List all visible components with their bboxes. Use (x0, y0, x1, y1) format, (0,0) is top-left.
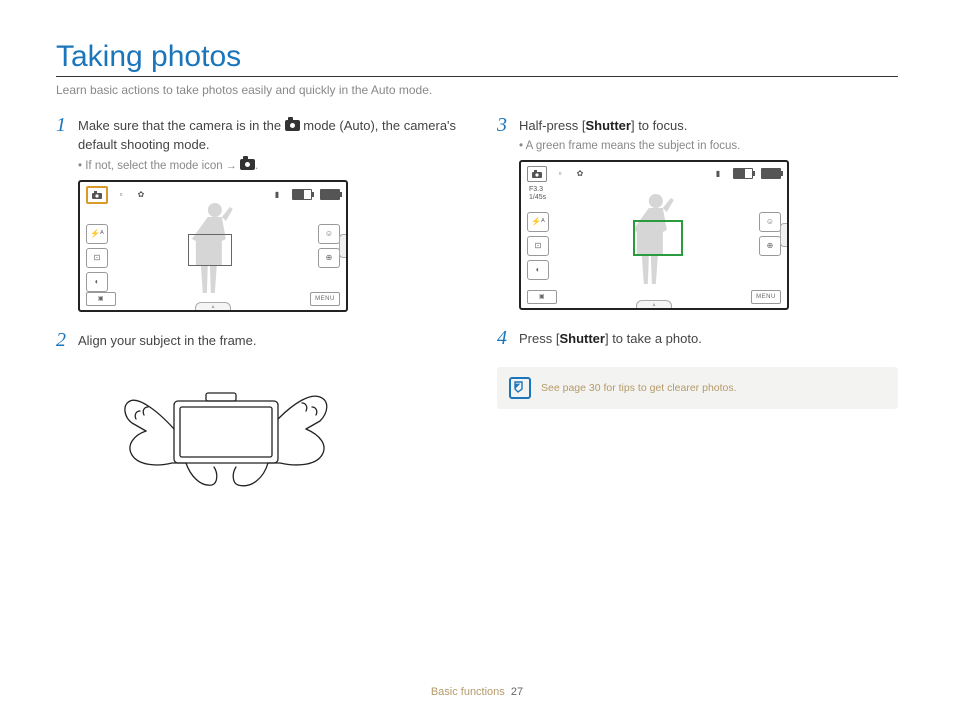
face-detect-icon: ☺ (759, 212, 781, 232)
camera-auto-icon (240, 159, 255, 170)
antenna-icon: ⊕ (318, 248, 340, 268)
mode-camera-icon (527, 166, 547, 182)
battery-full-icon (320, 189, 340, 200)
step-4: 4 Press [Shutter] to take a photo. (497, 328, 898, 349)
flash-auto-icon: ⚡ᴬ (527, 212, 549, 232)
battery-icon (733, 168, 753, 179)
note-text: See page 30 for tips to get clearer phot… (541, 382, 737, 394)
focus-rectangle (188, 234, 232, 266)
step-number: 2 (56, 330, 70, 350)
step-text: Press [Shutter] to take a photo. (519, 328, 702, 349)
step-1-bullet: If not, select the mode icon → . (78, 159, 457, 172)
menu-button: MENU (310, 292, 340, 306)
focus-mode-icon: ⊡ (86, 248, 108, 268)
bottom-tab-handle: ▴ (195, 302, 231, 310)
battery-full-icon (761, 168, 781, 179)
timer-icon: ◐ (527, 260, 549, 280)
person-indicator-icon: ✿ (573, 169, 587, 178)
menu-button: MENU (751, 290, 781, 304)
step-number: 1 (56, 115, 70, 135)
memory-icon: ▮ (270, 190, 284, 199)
page-footer: Basic functions 27 (0, 686, 954, 698)
memory-icon: ▮ (711, 169, 725, 178)
step-2: 2 Align your subject in the frame. (56, 330, 457, 514)
step-3-bullet: A green frame means the subject in focus… (519, 140, 898, 152)
person-indicator-icon: ✿ (134, 190, 148, 199)
step-number: 4 (497, 328, 511, 348)
battery-icon (292, 189, 312, 200)
hands-holding-camera-illustration (86, 359, 356, 509)
page-title: Taking photos (56, 40, 898, 77)
exposure-readout: F3.3 1/45s (529, 186, 546, 201)
size-indicator-icon: ▫ (114, 190, 128, 199)
face-detect-icon: ☺ (318, 224, 340, 244)
step-text: Half-press [Shutter] to focus. (519, 115, 687, 136)
note-icon (509, 377, 531, 399)
step-3: 3 Half-press [Shutter] to focus. A green… (497, 115, 898, 310)
side-tab-handle (780, 223, 787, 247)
bottom-tab-handle: ▴ (636, 300, 672, 308)
side-tab-handle (339, 234, 346, 258)
tip-note: See page 30 for tips to get clearer phot… (497, 367, 898, 409)
gallery-button-icon: ▣ (527, 290, 557, 304)
focus-rectangle-green (633, 220, 683, 256)
camera-auto-icon (285, 120, 300, 131)
flash-auto-icon: ⚡ᴬ (86, 224, 108, 244)
timer-icon: ◐ (86, 272, 108, 292)
intro-text: Learn basic actions to take photos easil… (56, 83, 898, 97)
mode-camera-icon (86, 186, 108, 204)
step-text: Make sure that the camera is in the mode… (78, 115, 457, 155)
camera-screen-2: ▫ ✿ ▮ F3.3 1/45s ⚡ᴬ ⊡ ◐ ☺ (519, 160, 789, 310)
antenna-icon: ⊕ (759, 236, 781, 256)
gallery-button-icon: ▣ (86, 292, 116, 306)
step-1: 1 Make sure that the camera is in the mo… (56, 115, 457, 312)
size-indicator-icon: ▫ (553, 169, 567, 178)
focus-mode-icon: ⊡ (527, 236, 549, 256)
step-number: 3 (497, 115, 511, 135)
camera-screen-1: ▫ ✿ ▮ ⚡ᴬ ⊡ ◐ ☺ ⊕ (78, 180, 348, 312)
step-text: Align your subject in the frame. (78, 330, 256, 351)
